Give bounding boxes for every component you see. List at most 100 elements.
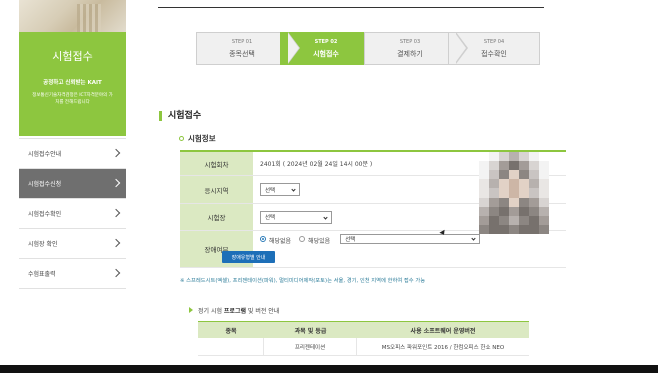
step-name: 종목선택 bbox=[229, 50, 255, 58]
photo-pixel bbox=[479, 179, 489, 189]
photo-pixel bbox=[529, 215, 539, 225]
photo-pixel bbox=[519, 152, 529, 162]
photo-pixel bbox=[499, 188, 509, 198]
photo-pixel bbox=[489, 215, 499, 225]
photo-mosaic bbox=[479, 152, 549, 234]
chevron-right-icon bbox=[111, 148, 121, 158]
photo-pixel bbox=[539, 215, 549, 225]
sidebar-item-venue-check[interactable]: 시험장 확인 bbox=[19, 229, 126, 259]
sidebar-item-label: 시험접수안내 bbox=[28, 151, 62, 158]
photo-pixel bbox=[519, 170, 529, 180]
subsection-title: 시험정보 bbox=[179, 133, 216, 144]
notice-text: ※ 스프레드시트(엑셀), 프리젠테이션(파워), 멀티미디어제작(포토)는 서… bbox=[180, 278, 426, 284]
cell-subject bbox=[198, 338, 264, 355]
guide-suffix: 및 버전 안내 bbox=[246, 308, 280, 315]
photo-pixel bbox=[519, 206, 529, 216]
main-content: STEP 01 종목선택 STEP 02 시험접수 STEP 03 결제하기 S… bbox=[141, 0, 568, 373]
table-header: 종목 과목 및 등급 사용 소프트웨어 운영버전 bbox=[198, 321, 529, 338]
area-select[interactable]: 선택 bbox=[260, 183, 300, 196]
exam-site-value: 선택 bbox=[260, 204, 332, 230]
cell-grade: 프리젠테이션 bbox=[264, 338, 357, 355]
chevron-right-icon bbox=[111, 238, 121, 248]
sidebar-item-exam-check[interactable]: 시험접수확인 bbox=[19, 199, 126, 229]
area-select-value: 선택 bbox=[265, 187, 276, 194]
site-select-value: 선택 bbox=[265, 215, 276, 221]
photo-pixel bbox=[529, 179, 539, 189]
sidebar-title: 시험접수 bbox=[52, 50, 93, 63]
photo-pixel bbox=[539, 152, 549, 162]
photo-pixel bbox=[489, 224, 499, 234]
radio-none-label: 해당없음 bbox=[269, 238, 292, 245]
sidebar-item-exam-apply[interactable]: 시험접수신청 bbox=[19, 169, 126, 199]
photo-pixel bbox=[509, 161, 519, 171]
sidebar-menu: 시험접수안내 시험접수신청 시험접수확인 시험장 확인 수험표출력 bbox=[19, 138, 126, 289]
sidebar: 시험접수 공정하고 신뢰받는 KAIT 정보통신기술자격검정은 ICT자격분야의… bbox=[19, 0, 126, 373]
photo-pixel bbox=[479, 188, 489, 198]
site-select[interactable]: 선택 bbox=[260, 210, 332, 224]
exam-round-label: 시험회차 bbox=[180, 152, 253, 175]
chevron-right-icon bbox=[111, 178, 121, 188]
applicant-photo bbox=[479, 152, 549, 234]
photo-pixel bbox=[539, 179, 549, 189]
photo-pixel bbox=[499, 215, 509, 225]
photo-pixel bbox=[499, 197, 509, 207]
photo-pixel bbox=[479, 224, 489, 234]
table-row: 프리젠테이션 MS오피스 파워포인트 2016 / 한컴오피스 한쇼 NEO bbox=[198, 338, 529, 356]
photo-pixel bbox=[509, 215, 519, 225]
photo-pixel bbox=[509, 152, 519, 162]
photo-pixel bbox=[489, 170, 499, 180]
photo-pixel bbox=[539, 161, 549, 171]
sidebar-item-label: 시험접수신청 bbox=[28, 181, 62, 188]
bottom-edge-bar bbox=[0, 365, 658, 373]
photo-pixel bbox=[529, 152, 539, 162]
exam-area-label: 응시지역 bbox=[180, 176, 253, 203]
photo-pixel bbox=[479, 215, 489, 225]
photo-pixel bbox=[509, 224, 519, 234]
photo-pixel bbox=[539, 170, 549, 180]
step-number: STEP 01 bbox=[231, 39, 253, 45]
sidebar-hero: 시험접수 공정하고 신뢰받는 KAIT 정보통신기술자격검정은 ICT자격분야의… bbox=[19, 32, 126, 136]
radio-yes[interactable] bbox=[299, 236, 306, 242]
disability-select[interactable]: 선택 bbox=[340, 234, 481, 244]
step-name: 결제하기 bbox=[397, 50, 423, 58]
chevron-down-icon bbox=[323, 214, 328, 220]
photo-pixel bbox=[529, 188, 539, 198]
subsection-title-text: 시험정보 bbox=[188, 134, 216, 143]
disability-value: 해당없음 해당있음 선택 bbox=[260, 231, 481, 267]
photo-pixel bbox=[499, 170, 509, 180]
photo-pixel bbox=[529, 161, 539, 171]
cell-software: MS오피스 파워포인트 2016 / 한컴오피스 한쇼 NEO bbox=[381, 344, 505, 351]
step-3: STEP 03 결제하기 bbox=[364, 32, 456, 65]
step-number: STEP 03 bbox=[399, 39, 421, 45]
disability-select-value: 선택 bbox=[345, 237, 356, 243]
photo-pixel bbox=[489, 206, 499, 216]
photo-pixel bbox=[539, 197, 549, 207]
photo-pixel bbox=[519, 215, 529, 225]
photo-pixel bbox=[489, 161, 499, 171]
photo-pixel bbox=[529, 197, 539, 207]
radio-none[interactable] bbox=[260, 236, 266, 242]
guide-prefix: 정기 시험 bbox=[198, 308, 224, 315]
photo-pixel bbox=[479, 170, 489, 180]
photo-pixel bbox=[539, 188, 549, 198]
sidebar-item-exam-guide[interactable]: 시험접수안내 bbox=[19, 139, 126, 169]
photo-pixel bbox=[489, 188, 499, 198]
step-arrow-inner bbox=[288, 33, 299, 63]
sidebar-item-admission-ticket[interactable]: 수험표출력 bbox=[19, 259, 126, 289]
disability-guide-button[interactable]: 장애유형별 안내 bbox=[222, 251, 275, 263]
photo-pixel bbox=[479, 152, 489, 162]
software-version-table: 종목 과목 및 등급 사용 소프트웨어 운영버전 프리젠테이션 MS오피스 파워… bbox=[198, 321, 529, 356]
section-title: 시험접수 bbox=[159, 111, 201, 121]
photo-pixel bbox=[509, 197, 519, 207]
exam-area-value: 선택 bbox=[260, 176, 300, 203]
photo-pixel bbox=[489, 197, 499, 207]
photo-pixel bbox=[499, 152, 509, 162]
photo-pixel bbox=[499, 224, 509, 234]
step-arrow-inner bbox=[455, 33, 466, 63]
exam-round-value: 2401회 ( 2024년 02월 24일 14시 00분 ) bbox=[260, 161, 373, 168]
chevron-down-icon bbox=[291, 187, 296, 192]
chevron-right-icon bbox=[111, 268, 121, 278]
header-software: 사용 소프트웨어 운영버전 bbox=[410, 327, 476, 335]
guide-title: 정기 시험 프로그램 및 버전 안내 bbox=[189, 306, 279, 315]
photo-pixel bbox=[479, 206, 489, 216]
